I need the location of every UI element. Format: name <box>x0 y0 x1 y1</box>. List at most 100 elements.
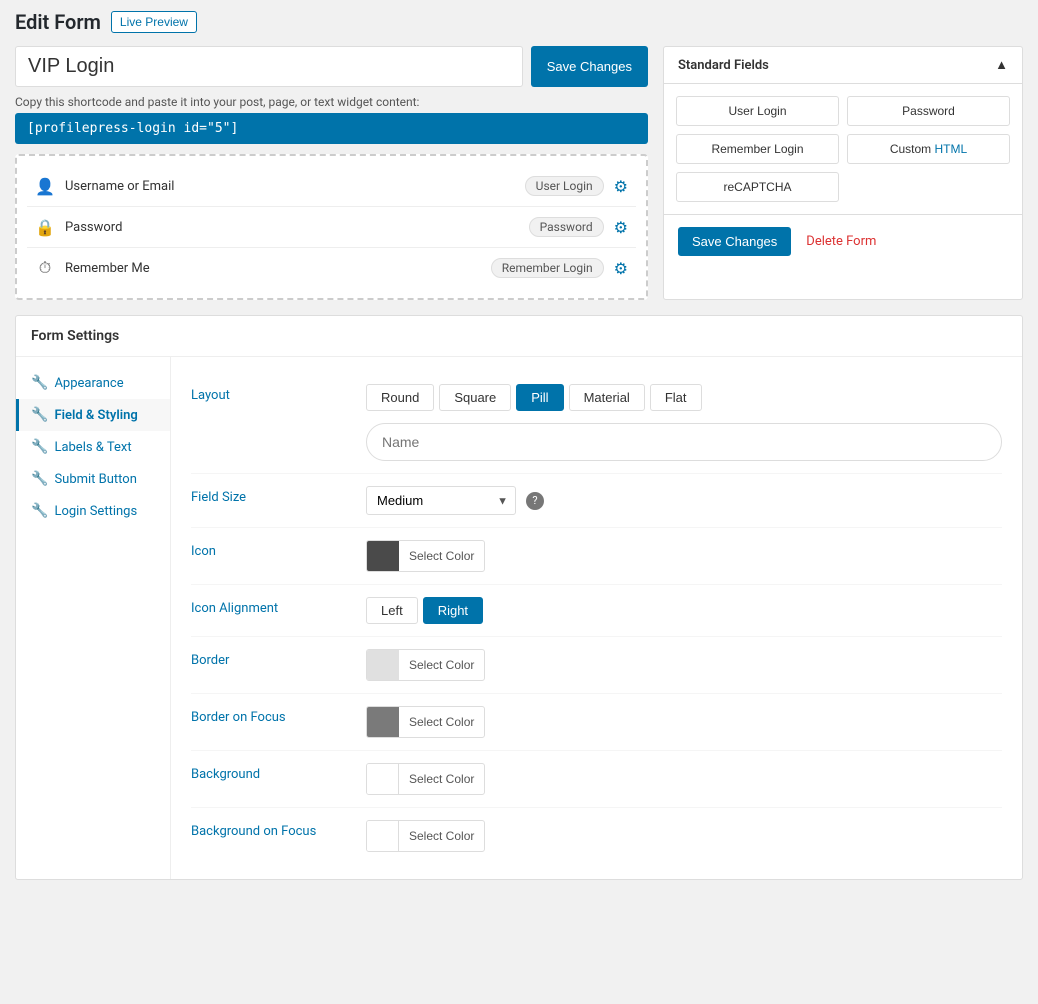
icon-select-color-label: Select Color <box>399 544 484 568</box>
background-focus-select-color-label: Select Color <box>399 824 484 848</box>
border-control: Select Color <box>366 649 1002 681</box>
border-color-swatch-btn[interactable]: Select Color <box>366 649 485 681</box>
save-changes-button-top[interactable]: Save Changes <box>531 46 648 87</box>
lock-icon: 🔒 <box>35 218 55 237</box>
layout-btn-flat[interactable]: Flat <box>650 384 702 411</box>
background-focus-color-picker: Select Color <box>366 820 1002 852</box>
collapse-icon[interactable]: ▲ <box>995 57 1008 73</box>
field-gear-username[interactable]: ⚙ <box>614 177 628 196</box>
field-label-username: Username or Email <box>65 179 515 194</box>
layout-label: Layout <box>191 384 351 403</box>
standard-fields-panel: Standard Fields ▲ User Login Password Re… <box>663 46 1023 300</box>
remember-login-field-btn[interactable]: Remember Login <box>676 134 839 164</box>
border-focus-color-picker: Select Color <box>366 706 1002 738</box>
sidebar-item-appearance[interactable]: 🔧 Appearance <box>16 367 170 399</box>
layout-btn-pill[interactable]: Pill <box>516 384 563 411</box>
nav-label-submit-button: Submit Button <box>54 472 136 487</box>
layout-row: Layout Round Square Pill Material Flat <box>191 372 1002 474</box>
custom-html-field-btn[interactable]: Custom HTML <box>847 134 1010 164</box>
background-swatch-btn[interactable]: Select Color <box>366 763 485 795</box>
background-swatch <box>367 764 399 794</box>
background-color-picker: Select Color <box>366 763 1002 795</box>
border-select-color-label: Select Color <box>399 653 484 677</box>
form-settings-header: Form Settings <box>16 316 1022 357</box>
background-select-color-label: Select Color <box>399 767 484 791</box>
field-tag-username: User Login <box>525 176 604 196</box>
settings-nav: 🔧 Appearance 🔧 Field & Styling 🔧 Labels … <box>16 357 171 879</box>
border-label: Border <box>191 649 351 668</box>
shortcode-label: Copy this shortcode and paste it into yo… <box>15 95 648 109</box>
border-color-picker: Select Color <box>366 649 1002 681</box>
nav-label-labels-text: Labels & Text <box>54 440 131 455</box>
sidebar-item-field-styling[interactable]: 🔧 Field & Styling <box>16 399 170 431</box>
form-name-input[interactable] <box>15 46 523 87</box>
background-row: Background Select Color <box>191 751 1002 808</box>
icon-alignment-control: Left Right <box>366 597 1002 624</box>
recaptcha-field-btn[interactable]: reCAPTCHA <box>676 172 839 202</box>
panel-footer: Save Changes Delete Form <box>664 214 1022 268</box>
field-gear-password[interactable]: ⚙ <box>614 218 628 237</box>
form-settings: Form Settings 🔧 Appearance 🔧 Field & Sty… <box>15 315 1023 880</box>
field-gear-remember[interactable]: ⚙ <box>614 259 628 278</box>
sidebar-item-labels-text[interactable]: 🔧 Labels & Text <box>16 431 170 463</box>
field-label-remember: Remember Me <box>65 261 481 276</box>
background-focus-swatch-btn[interactable]: Select Color <box>366 820 485 852</box>
standard-fields-header: Standard Fields ▲ <box>664 47 1022 84</box>
sidebar-item-submit-button[interactable]: 🔧 Submit Button <box>16 463 170 495</box>
border-color-swatch <box>367 650 399 680</box>
icon-row: Icon Select Color <box>191 528 1002 585</box>
field-row-password: 🔒 Password Password ⚙ <box>27 207 636 248</box>
shortcode-box[interactable]: [profilepress-login id="5"] <box>15 113 648 144</box>
layout-buttons: Round Square Pill Material Flat <box>366 384 1002 411</box>
icon-color-swatch <box>367 541 399 571</box>
wrench-icon-field-styling: 🔧 <box>31 407 48 423</box>
field-size-select[interactable]: Small Medium Large <box>366 486 516 515</box>
field-size-control: Small Medium Large ▼ ? <box>366 486 1002 515</box>
icon-control: Select Color <box>366 540 1002 572</box>
icon-color-picker: Select Color <box>366 540 1002 572</box>
save-changes-button-panel[interactable]: Save Changes <box>678 227 791 256</box>
icon-alignment-left-btn[interactable]: Left <box>366 597 418 624</box>
layout-preview-input[interactable] <box>366 423 1002 461</box>
icon-label: Icon <box>191 540 351 559</box>
sidebar-item-login-settings[interactable]: 🔧 Login Settings <box>16 495 170 527</box>
wrench-icon-labels-text: 🔧 <box>31 439 48 455</box>
icon-alignment-label: Icon Alignment <box>191 597 351 616</box>
field-tag-password: Password <box>529 217 604 237</box>
user-icon: 👤 <box>35 177 55 196</box>
clock-icon: ⏱ <box>35 258 55 278</box>
layout-btn-material[interactable]: Material <box>569 384 645 411</box>
standard-fields-grid: User Login Password Remember Login Custo… <box>664 84 1022 214</box>
nav-label-appearance: Appearance <box>54 376 123 391</box>
border-focus-row: Border on Focus Select Color <box>191 694 1002 751</box>
icon-alignment-toggle-group: Left Right <box>366 597 1002 624</box>
background-label: Background <box>191 763 351 782</box>
icon-color-swatch-btn[interactable]: Select Color <box>366 540 485 572</box>
help-icon[interactable]: ? <box>526 492 544 510</box>
nav-label-field-styling: Field & Styling <box>54 408 137 423</box>
layout-btn-square[interactable]: Square <box>439 384 511 411</box>
nav-label-login-settings: Login Settings <box>54 504 137 519</box>
border-focus-select-color-label: Select Color <box>399 710 484 734</box>
layout-btn-round[interactable]: Round <box>366 384 434 411</box>
form-settings-body: 🔧 Appearance 🔧 Field & Styling 🔧 Labels … <box>16 357 1022 879</box>
field-label-password: Password <box>65 220 519 235</box>
user-login-field-btn[interactable]: User Login <box>676 96 839 126</box>
field-size-label: Field Size <box>191 486 351 505</box>
icon-alignment-right-btn[interactable]: Right <box>423 597 483 624</box>
delete-form-link[interactable]: Delete Form <box>806 234 876 249</box>
password-field-btn[interactable]: Password <box>847 96 1010 126</box>
border-row: Border Select Color <box>191 637 1002 694</box>
border-focus-control: Select Color <box>366 706 1002 738</box>
icon-alignment-row: Icon Alignment Left Right <box>191 585 1002 637</box>
wrench-icon-submit-button: 🔧 <box>31 471 48 487</box>
background-focus-row: Background on Focus Select Color <box>191 808 1002 864</box>
live-preview-button[interactable]: Live Preview <box>111 11 197 33</box>
border-focus-swatch-btn[interactable]: Select Color <box>366 706 485 738</box>
background-focus-swatch <box>367 821 399 851</box>
field-size-select-wrapper: Small Medium Large ▼ <box>366 486 516 515</box>
field-row-remember: ⏱ Remember Me Remember Login ⚙ <box>27 248 636 288</box>
field-tag-remember: Remember Login <box>491 258 604 278</box>
background-focus-label: Background on Focus <box>191 820 351 839</box>
html-text: HTML <box>935 142 968 156</box>
